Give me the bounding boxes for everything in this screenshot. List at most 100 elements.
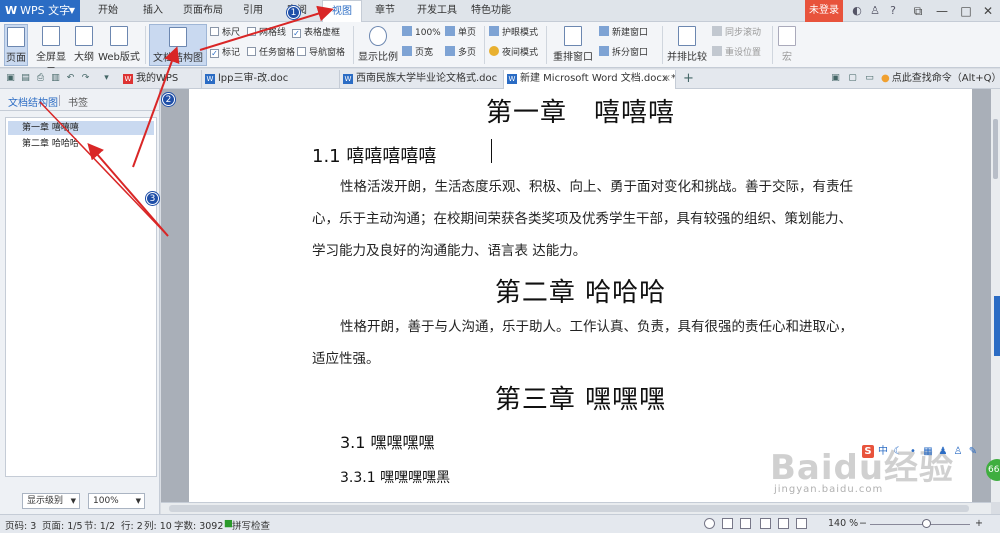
side-panel-toggle[interactable] [994, 296, 1000, 356]
single-page-button[interactable]: 单页 [445, 26, 476, 41]
print-preview-icon[interactable]: ▥ [50, 73, 61, 84]
tab-doc-map[interactable]: 文档结构图 [8, 94, 58, 109]
eye-mode-button[interactable]: 护眼模式 [489, 26, 538, 41]
minimize-icon[interactable]: — [930, 0, 954, 22]
tab-thesis-doc[interactable]: W 西南民族大学毕业论文格式.doc [340, 70, 504, 89]
outline-status-icon[interactable] [760, 518, 771, 529]
gridlines-label: 网格线 [259, 28, 287, 38]
reset-position-button[interactable]: 重设位置 [712, 46, 761, 61]
command-search[interactable]: ● 点此查找命令（Alt+Q） [881, 71, 1000, 87]
zoom-out-icon[interactable]: − [859, 518, 867, 529]
menu-start[interactable]: 开始 [90, 0, 126, 22]
scroll-thumb[interactable] [169, 505, 969, 512]
fullscreen-button[interactable]: 全屏显示 [32, 24, 70, 78]
page-view-button[interactable]: 页面 [4, 24, 28, 66]
sync-scroll-button[interactable]: 同步滚动 [712, 26, 761, 41]
zoom-slider[interactable] [870, 524, 970, 525]
zoom-ratio-button[interactable]: 显示比例 [358, 24, 398, 66]
table-gridlines-checkbox[interactable]: ✓ 表格虚框 [292, 26, 340, 41]
task-pane-label: 任务窗格 [259, 48, 296, 58]
outline-item-chapter-1[interactable]: 第一章 嘻嘻嘻 [8, 121, 154, 135]
print-icon[interactable]: ⎙ [35, 73, 46, 84]
macro-button[interactable]: 宏 [777, 24, 797, 66]
display-level-select[interactable]: 显示级别 ▼ [22, 493, 80, 509]
save-icon[interactable]: ▣ [5, 73, 16, 84]
paragraph-2-line-2: 适应性强。 [312, 351, 380, 367]
ribbon-divider [546, 26, 547, 64]
close-icon[interactable]: ✕ [976, 0, 1000, 22]
doc-map-label: 文档结构图 [153, 53, 203, 64]
sogou-logo-icon[interactable]: S [862, 445, 874, 458]
zoom-in-icon[interactable]: + [975, 518, 983, 529]
ruler-checkbox[interactable]: 标尺 [210, 26, 240, 41]
menu-chapter[interactable]: 章节 [368, 0, 402, 22]
document-page[interactable]: 第一章 嘻嘻嘻 1.1 嘻嘻嘻嘻嘻 性格活泼开朗，生活态度乐观、积极、向上、勇于… [189, 89, 972, 502]
export-pdf-icon[interactable]: ▤ [20, 73, 31, 84]
tab-lpp-doc[interactable]: Wlpp三审-改.doc [202, 70, 340, 89]
reset-position-icon [712, 46, 722, 56]
marks-checkbox[interactable]: ✓ 标记 [210, 46, 240, 61]
sidebar-zoom-select[interactable]: 100% ▼ [88, 493, 145, 509]
customize-toolbar-icon[interactable]: ▾ [101, 73, 112, 84]
split-window-button[interactable]: 拆分窗口 [599, 46, 648, 61]
maximize-icon[interactable]: □ [954, 0, 978, 22]
doc-map-button[interactable]: 文档结构图 [149, 24, 207, 66]
menu-page-layout[interactable]: 页面布局 [178, 0, 228, 22]
outline-button[interactable]: 大纲 [73, 24, 95, 66]
revision-icon[interactable] [704, 518, 715, 529]
redo-icon[interactable]: ↷ [80, 73, 91, 84]
restore-icon[interactable]: ⧉ [906, 0, 930, 22]
wrench-icon[interactable]: ✎ [967, 445, 979, 458]
doc-map-icon [169, 27, 187, 47]
status-words[interactable]: 字数: 3092 [174, 518, 223, 532]
shirt-icon[interactable]: ♙ [952, 445, 964, 458]
login-button[interactable]: 未登录 [805, 0, 843, 22]
close-tab-icon[interactable]: × [663, 70, 671, 88]
undo-icon[interactable]: ↶ [65, 73, 76, 84]
web-status-icon[interactable] [778, 518, 789, 529]
scroll-thumb[interactable] [993, 119, 998, 179]
app-menu-button[interactable]: W WPS 文字 ▼ [0, 0, 80, 22]
menu-features[interactable]: 特色功能 [466, 0, 516, 22]
nav-pane-checkbox[interactable]: 导航窗格 [297, 46, 345, 61]
side-by-side-button[interactable]: 并排比较 [667, 24, 707, 66]
skin-icon[interactable]: ◐ [850, 4, 864, 18]
tab-bookmarks[interactable]: 书签 [68, 94, 88, 109]
menu-developer[interactable]: 开发工具 [412, 0, 462, 22]
page-width-button[interactable]: 页宽 [402, 46, 433, 61]
punctuation-icon[interactable]: • [907, 445, 919, 458]
task-pane-checkbox[interactable]: 任务窗格 [247, 46, 295, 61]
reading-status-icon[interactable] [796, 518, 807, 529]
input-method-toolbar[interactable]: S 中 ☾ • ▦ ♟ ♙ ✎ [862, 444, 992, 460]
new-window-button[interactable]: 新建窗口 [599, 26, 648, 41]
spell-check-status[interactable]: 拼写检查 [232, 518, 270, 532]
multi-page-button[interactable]: 多页 [445, 46, 476, 61]
zoom-level[interactable]: 140 % [828, 518, 858, 529]
horizontal-scrollbar[interactable] [161, 502, 991, 514]
page-view-status-icon[interactable] [722, 518, 733, 529]
keyboard-icon[interactable]: ▦ [922, 445, 934, 458]
tab-window-icon[interactable]: ▢ [847, 73, 858, 84]
outline-item-chapter-2[interactable]: 第二章 哈哈哈 [8, 137, 154, 151]
menu-view[interactable]: 视图 [322, 0, 362, 23]
web-layout-button[interactable]: Web版式 [98, 24, 140, 66]
tab-list-icon[interactable]: ▣ [830, 73, 841, 84]
tab-my-wps[interactable]: W 我的WPS [120, 70, 202, 89]
gridlines-checkbox[interactable]: 网格线 [247, 26, 286, 41]
help-icon[interactable]: ? [886, 4, 900, 18]
ribbon-divider [484, 26, 485, 64]
menu-reference[interactable]: 引用 [236, 0, 270, 22]
tab-new-word-doc[interactable]: W 新建 Microsoft Word 文档.docx * × [504, 70, 676, 89]
menu-insert[interactable]: 插入 [135, 0, 171, 22]
tab-minimize-icon[interactable]: ▭ [864, 73, 875, 84]
arrange-all-button[interactable]: 重排窗口 [550, 24, 596, 66]
chinese-mode-icon[interactable]: 中 [877, 445, 889, 458]
shirt-icon[interactable]: ♙ [868, 4, 882, 18]
fullscreen-status-icon[interactable] [740, 518, 751, 529]
skin-icon[interactable]: ♟ [937, 445, 949, 458]
night-mode-button[interactable]: 夜间模式 [489, 46, 538, 61]
zoom-100-button[interactable]: 100% [402, 26, 441, 41]
zoom-slider-handle[interactable] [922, 519, 931, 528]
new-tab-icon[interactable]: + [683, 72, 694, 85]
moon-icon[interactable]: ☾ [892, 445, 904, 458]
